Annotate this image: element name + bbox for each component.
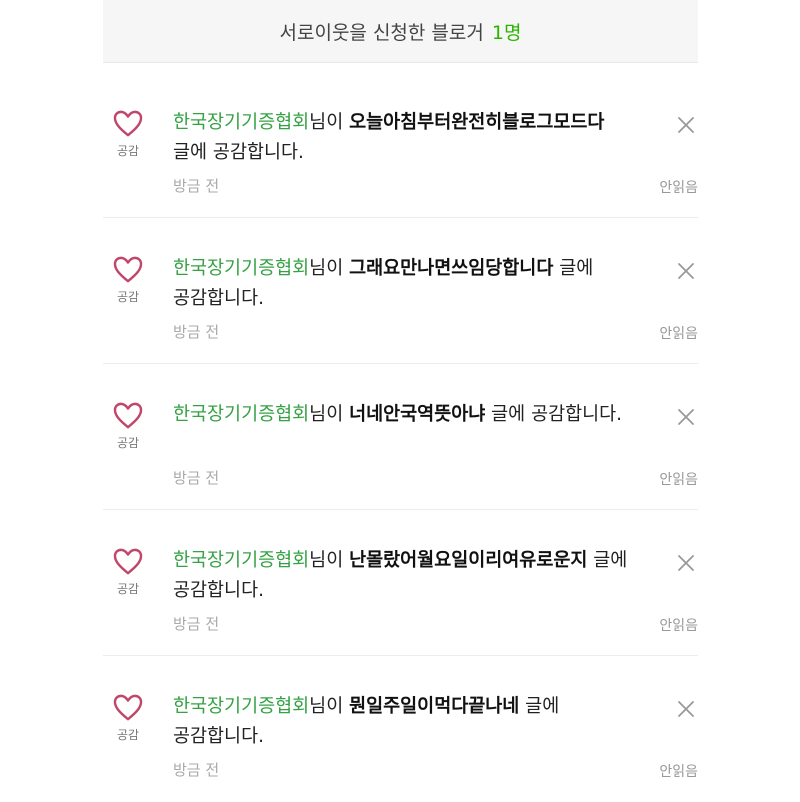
message-suffix: 글에 공감합니다. [173, 142, 304, 163]
message-connector: 님이 [309, 696, 350, 717]
like-indicator: 공감 [108, 694, 148, 743]
timestamp: 방금 전 [173, 177, 220, 195]
notification-item[interactable]: 공감 한국장기기증협회님이 오늘아침부터완전히블로그모드다 글에 공감합니다. … [103, 72, 698, 218]
timestamp: 방금 전 [173, 761, 220, 779]
notification-message[interactable]: 한국장기기증협회님이 오늘아침부터완전히블로그모드다 글에 공감합니다. [173, 108, 633, 168]
notification-message[interactable]: 한국장기기증협회님이 뭔일주일이먹다끝나네 글에 공감합니다. [173, 692, 633, 752]
message-connector: 님이 [309, 258, 350, 279]
close-icon[interactable] [677, 554, 695, 572]
close-icon[interactable] [677, 408, 695, 426]
like-indicator: 공감 [108, 402, 148, 451]
post-title[interactable]: 너네안국역뜻아냐 [349, 404, 485, 425]
notification-list: 공감 한국장기기증협회님이 오늘아침부터완전히블로그모드다 글에 공감합니다. … [103, 72, 698, 802]
heart-outline-icon [113, 402, 143, 429]
like-indicator: 공감 [108, 548, 148, 597]
notification-panel: 서로이웃을 신청한 블로거 1명 공감 한국장기기증협회님이 오늘아침부터완전히… [103, 0, 698, 800]
timestamp: 방금 전 [173, 469, 220, 487]
heart-outline-icon [113, 256, 143, 283]
message-suffix: 글에 공감합니다. [485, 404, 623, 425]
unread-label: 안읽음 [659, 472, 698, 488]
unread-label: 안읽음 [659, 180, 698, 196]
blog-name[interactable]: 한국장기기증협회 [173, 112, 309, 133]
notification-message[interactable]: 한국장기기증협회님이 너네안국역뜻아냐 글에 공감합니다. [173, 400, 633, 430]
unread-label: 안읽음 [659, 618, 698, 634]
blog-name[interactable]: 한국장기기증협회 [173, 404, 309, 425]
like-label: 공감 [116, 290, 140, 304]
banner-title: 서로이웃을 신청한 블로거 [279, 21, 484, 44]
like-indicator: 공감 [108, 256, 148, 305]
heart-outline-icon [113, 694, 143, 721]
post-title[interactable]: 난몰랐어월요일이리여유로운지 [349, 550, 587, 571]
close-icon[interactable] [677, 700, 695, 718]
like-label: 공감 [116, 728, 140, 742]
heart-outline-icon [113, 548, 143, 575]
notification-item[interactable]: 공감 한국장기기증협회님이 너네안국역뜻아냐 글에 공감합니다. 방금 전 안읽… [103, 364, 698, 510]
like-label: 공감 [116, 582, 140, 596]
close-icon[interactable] [677, 116, 695, 134]
notification-message[interactable]: 한국장기기증협회님이 난몰랐어월요일이리여유로운지 글에 공감합니다. [173, 546, 633, 606]
post-title[interactable]: 그래요만나면쓰임당합니다 [349, 258, 553, 279]
message-connector: 님이 [309, 112, 350, 133]
notification-message[interactable]: 한국장기기증협회님이 그래요만나면쓰임당합니다 글에 공감합니다. [173, 254, 633, 314]
blog-name[interactable]: 한국장기기증협회 [173, 696, 309, 717]
close-icon[interactable] [677, 262, 695, 280]
timestamp: 방금 전 [173, 615, 220, 633]
like-label: 공감 [116, 436, 140, 450]
notification-item[interactable]: 공감 한국장기기증협회님이 뭔일주일이먹다끝나네 글에 공감합니다. 방금 전 … [103, 656, 698, 802]
blog-name[interactable]: 한국장기기증협회 [173, 258, 309, 279]
unread-label: 안읽음 [659, 764, 698, 780]
banner-count: 1명 [491, 21, 522, 44]
blog-name[interactable]: 한국장기기증협회 [173, 550, 309, 571]
neighbor-request-banner[interactable]: 서로이웃을 신청한 블로거 1명 [103, 0, 698, 63]
notification-item[interactable]: 공감 한국장기기증협회님이 그래요만나면쓰임당합니다 글에 공감합니다. 방금 … [103, 218, 698, 364]
notification-item[interactable]: 공감 한국장기기증협회님이 난몰랐어월요일이리여유로운지 글에 공감합니다. 방… [103, 510, 698, 656]
post-title[interactable]: 뭔일주일이먹다끝나네 [349, 696, 519, 717]
post-title[interactable]: 오늘아침부터완전히블로그모드다 [349, 112, 604, 133]
heart-outline-icon [113, 110, 143, 137]
message-connector: 님이 [309, 404, 350, 425]
unread-label: 안읽음 [659, 326, 698, 342]
timestamp: 방금 전 [173, 323, 220, 341]
message-connector: 님이 [309, 550, 350, 571]
like-indicator: 공감 [108, 110, 148, 159]
like-label: 공감 [116, 144, 140, 158]
